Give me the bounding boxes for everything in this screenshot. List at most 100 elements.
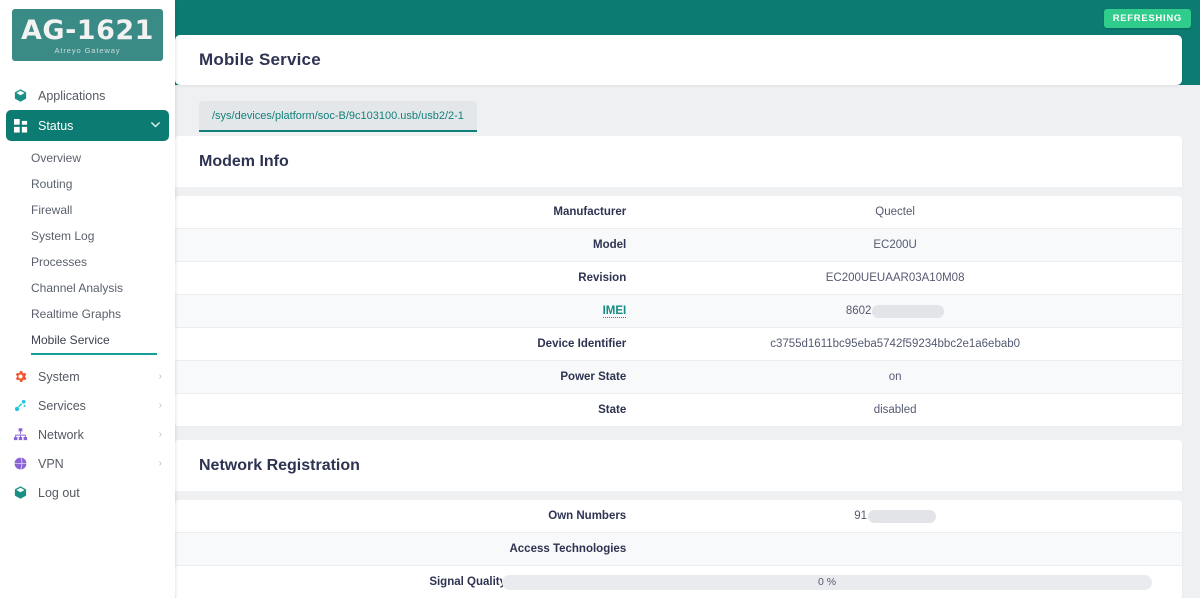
sidebar-subitem-label: Routing <box>31 177 73 191</box>
sidebar-item-applications[interactable]: Applications <box>0 81 175 110</box>
table-row: Device Identifier c3755d1611bc95eba5742f… <box>175 328 1182 361</box>
row-value: EC200U <box>873 239 917 251</box>
row-key: Signal Quality <box>429 576 506 588</box>
row-value: 91 <box>638 509 1182 523</box>
sidebar-item-services[interactable]: Services › <box>0 391 175 420</box>
table-row: Model EC200U <box>175 229 1182 262</box>
row-value: Quectel <box>875 206 915 218</box>
row-key: State <box>598 404 627 416</box>
imei-value-prefix: 8602 <box>845 305 872 317</box>
main-content: REFRESHING Mobile Service /sys/devices/p… <box>175 0 1200 598</box>
table-row: Power State on <box>175 361 1182 394</box>
own-numbers-prefix: 91 <box>854 510 867 522</box>
logo-box: AG-1621 Atreyo Gateway <box>12 9 163 61</box>
tab-device-path[interactable]: /sys/devices/platform/soc-B/9c103100.usb… <box>199 101 477 132</box>
section-title: Network Registration <box>175 440 1182 491</box>
status-badge[interactable]: REFRESHING <box>1103 9 1191 28</box>
row-value: on <box>888 371 902 383</box>
sidebar-subitem-overview[interactable]: Overview <box>0 145 175 171</box>
sidebar-item-label: System <box>38 369 80 384</box>
chevron-right-icon: › <box>158 457 162 469</box>
sidebar-item-label: Applications <box>38 88 106 103</box>
topbar: REFRESHING Mobile Service <box>175 0 1200 85</box>
row-key: Device Identifier <box>537 338 627 350</box>
row-value: 0 % <box>502 574 1182 590</box>
cube-icon <box>12 87 29 104</box>
chevron-right-icon: › <box>158 399 162 411</box>
sidebar-item-status[interactable]: Status <box>6 110 169 141</box>
sidebar-item-label: Services <box>38 398 86 413</box>
sidebar-subitem-realtime-graphs[interactable]: Realtime Graphs <box>0 301 175 327</box>
content-area: /sys/devices/platform/soc-B/9c103100.usb… <box>175 85 1200 598</box>
sidebar-item-label: VPN <box>38 456 64 471</box>
sidebar-nav: Applications Status Overview Routing Fir… <box>0 81 175 507</box>
imei-link[interactable]: IMEI <box>602 305 627 318</box>
sidebar-item-network[interactable]: Network › <box>0 420 175 449</box>
table-row: Revision EC200UEUAAR03A10M08 <box>175 262 1182 295</box>
signal-quality-percent: 0 % <box>817 575 837 588</box>
modem-info-table: Manufacturer Quectel Model EC200U Revisi… <box>175 196 1182 427</box>
logo-title: AG-1621 <box>21 15 154 46</box>
section-spacer <box>175 491 1200 500</box>
redacted-value <box>868 509 936 523</box>
row-value: disabled <box>873 404 917 416</box>
status-submenu: Overview Routing Firewall System Log Pro… <box>0 141 175 357</box>
table-row-own-numbers: Own Numbers 91 <box>175 500 1182 533</box>
sidebar-item-logout[interactable]: Log out <box>0 478 175 507</box>
table-row: Manufacturer Quectel <box>175 196 1182 229</box>
sidebar-item-label: Network <box>38 427 84 442</box>
sidebar-subitem-label: System Log <box>31 229 95 243</box>
chevron-down-icon <box>150 119 161 133</box>
row-key: Access Technologies <box>509 543 627 555</box>
sidebar-item-vpn[interactable]: VPN › <box>0 449 175 478</box>
sidebar-subitem-channel-analysis[interactable]: Channel Analysis <box>0 275 175 301</box>
sidebar-subitem-processes[interactable]: Processes <box>0 249 175 275</box>
section-network-registration: Network Registration <box>175 440 1182 491</box>
sidebar-subitem-label: Mobile Service <box>31 333 110 347</box>
app-root: AG-1621 Atreyo Gateway Applications Stat… <box>0 0 1200 598</box>
section-spacer <box>175 427 1200 436</box>
table-row-signal-quality: Signal Quality 0 % <box>175 566 1182 598</box>
redacted-value <box>872 304 945 318</box>
gear-icon <box>12 368 29 385</box>
section-title: Modem Info <box>175 136 1182 187</box>
row-value: EC200UEUAAR03A10M08 <box>825 272 965 284</box>
services-icon <box>12 397 29 414</box>
row-value: 8602 <box>638 304 1182 318</box>
signal-quality-progress-bar: 0 % <box>502 574 1152 590</box>
page-title-card: Mobile Service <box>175 35 1182 85</box>
sidebar-subitem-label: Overview <box>31 151 82 165</box>
sidebar: AG-1621 Atreyo Gateway Applications Stat… <box>0 0 175 598</box>
row-key: IMEI <box>175 305 638 318</box>
sidebar-subitem-label: Channel Analysis <box>31 281 124 295</box>
sidebar-subitem-firewall[interactable]: Firewall <box>0 197 175 223</box>
row-key: Revision <box>578 272 627 284</box>
row-key: Model <box>592 239 627 251</box>
network-icon <box>12 426 29 443</box>
logo-subtitle: Atreyo Gateway <box>54 46 121 55</box>
sidebar-subitem-label: Firewall <box>31 203 73 217</box>
sidebar-item-system[interactable]: System › <box>0 362 175 391</box>
section-spacer <box>175 187 1200 196</box>
sidebar-subitem-routing[interactable]: Routing <box>0 171 175 197</box>
sidebar-subitem-label: Realtime Graphs <box>31 307 122 321</box>
row-key: Own Numbers <box>548 510 627 522</box>
table-row-imei: IMEI 8602 <box>175 295 1182 328</box>
brand-logo[interactable]: AG-1621 Atreyo Gateway <box>0 0 175 61</box>
section-modem-info: Modem Info <box>175 136 1182 187</box>
sidebar-subitem-system-log[interactable]: System Log <box>0 223 175 249</box>
row-key: Power State <box>560 371 627 383</box>
table-row-access-technologies: Access Technologies <box>175 533 1182 566</box>
globe-icon <box>12 455 29 472</box>
sidebar-item-label: Status <box>38 118 74 133</box>
network-registration-table: Own Numbers 91 Access Technologies Signa… <box>175 500 1182 598</box>
page-title: Mobile Service <box>199 50 321 69</box>
sidebar-subitem-mobile-service[interactable]: Mobile Service <box>31 327 157 355</box>
sidebar-item-label: Log out <box>38 485 80 500</box>
tab-bar: /sys/devices/platform/soc-B/9c103100.usb… <box>175 85 1200 132</box>
chevron-right-icon: › <box>158 370 162 382</box>
row-value: c3755d1611bc95eba5742f59234bbc2e1a6ebab0 <box>770 338 1021 350</box>
row-key: Manufacturer <box>553 206 627 218</box>
table-row: State disabled <box>175 394 1182 427</box>
grid-icon <box>12 117 29 134</box>
